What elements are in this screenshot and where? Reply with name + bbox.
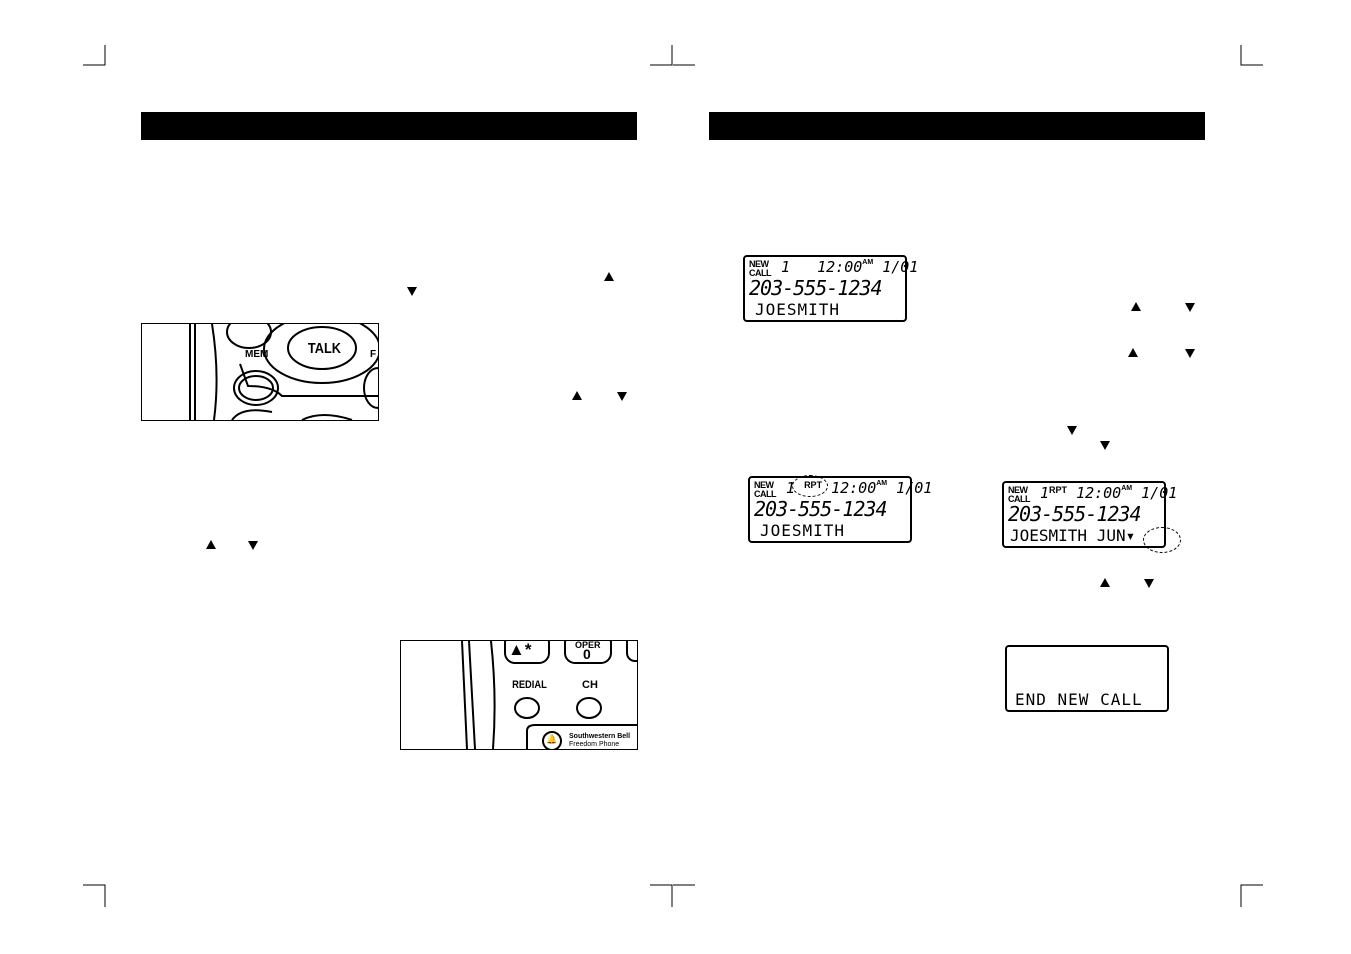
redial-button-illustration: ▲* OPER 0 REDIAL CH 🔔 Southwestern Bell … xyxy=(400,640,638,750)
redial-label: REDIAL xyxy=(512,679,547,691)
lcd-display-end-new-call: END NEW CALL xyxy=(1005,645,1169,712)
caller-name: JOESMITH JUN▾ xyxy=(1010,526,1136,545)
up-arrow-icon xyxy=(206,540,216,549)
more-arrow-highlight-circle xyxy=(1143,527,1181,553)
down-arrow-icon xyxy=(407,287,417,296)
down-arrow-icon xyxy=(1067,426,1077,435)
up-arrow-icon xyxy=(1128,348,1138,357)
up-arrow-icon xyxy=(572,391,582,400)
end-new-call-text: END NEW CALL xyxy=(1015,690,1143,709)
manual-spread: MEM TALK F ▲* OPER 0 REDIAL CH 🔔 Southwe… xyxy=(0,0,1351,954)
lcd-display-new-call: NEW CALL 1 12:00AM 1/01 203-555-1234 JOES… xyxy=(743,255,918,322)
up-arrow-icon xyxy=(1131,302,1141,311)
display-top-row: 1RPT 12:00AM 1/01 xyxy=(1040,484,1178,502)
rpt-highlight-circle xyxy=(792,475,828,497)
f-label: F xyxy=(370,349,377,360)
right-header-bar xyxy=(709,112,1205,140)
display-top-row: 1 12:00AM 1/01 xyxy=(781,258,919,276)
down-arrow-icon xyxy=(248,541,258,550)
down-arrow-icon xyxy=(617,392,627,401)
caller-number: 203-555-1234 xyxy=(749,276,882,300)
down-arrow-icon xyxy=(1185,303,1195,312)
ch-label: CH xyxy=(582,679,598,691)
zero-label: 0 xyxy=(583,646,591,662)
down-arrow-icon xyxy=(1144,579,1154,588)
up-arrow-icon xyxy=(604,272,614,281)
star-label: ▲* xyxy=(508,640,532,659)
left-header-bar xyxy=(141,112,637,140)
lcd-display-repeat-call: NEW CALL 1 RPT 12:00AM 1/01 203-555-1234 … xyxy=(748,476,932,543)
caller-name: JOESMITH xyxy=(760,521,846,540)
talk-label: TALK xyxy=(307,340,341,357)
caller-number: 203-555-1234 xyxy=(754,497,887,521)
mem-label: MEM xyxy=(245,349,269,360)
caller-number: 203-555-1234 xyxy=(1008,502,1141,526)
lcd-display-more-info: NEW CALL 1RPT 12:00AM 1/01 203-555-1234 J… xyxy=(1002,481,1177,548)
down-arrow-icon xyxy=(1185,349,1195,358)
talk-button-illustration: MEM TALK F xyxy=(141,323,379,421)
down-arrow-icon xyxy=(1100,441,1110,450)
bell-logo-icon: 🔔 xyxy=(546,734,558,744)
up-arrow-icon xyxy=(1100,578,1110,587)
crop-marks xyxy=(83,45,1263,907)
caller-name: JOESMITH xyxy=(755,300,841,319)
brand-line2: Freedom Phone xyxy=(569,741,620,748)
brand-line1: Southwestern Bell xyxy=(569,733,631,740)
